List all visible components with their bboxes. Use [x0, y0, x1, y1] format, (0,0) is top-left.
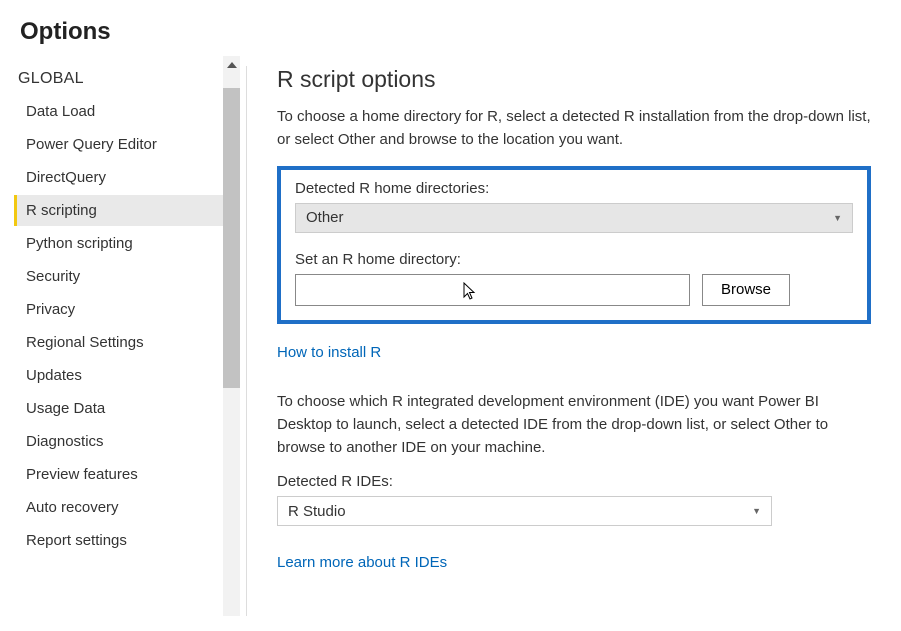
sidebar-item-security[interactable]: Security: [14, 261, 240, 292]
chevron-down-icon: ▼: [833, 213, 842, 223]
detected-home-value: Other: [306, 209, 344, 226]
sidebar-item-directquery[interactable]: DirectQuery: [14, 162, 240, 193]
learn-more-ide-link[interactable]: Learn more about R IDEs: [277, 554, 447, 571]
main-title: R script options: [277, 66, 871, 93]
sidebar-item-privacy[interactable]: Privacy: [14, 294, 240, 325]
sidebar: GLOBAL Data Load Power Query Editor Dire…: [0, 56, 240, 616]
detected-ide-value: R Studio: [288, 503, 346, 520]
ide-description: To choose which R integrated development…: [277, 390, 871, 460]
scrollbar-thumb[interactable]: [223, 88, 240, 388]
set-home-label: Set an R home directory:: [295, 251, 853, 268]
page-title: Options: [0, 0, 901, 56]
chevron-down-icon: ▼: [752, 506, 761, 516]
browse-button[interactable]: Browse: [702, 274, 790, 306]
sidebar-item-preview-features[interactable]: Preview features: [14, 459, 240, 490]
how-to-install-link[interactable]: How to install R: [277, 344, 381, 361]
sidebar-nav-list: Data Load Power Query Editor DirectQuery…: [14, 96, 240, 556]
sidebar-item-updates[interactable]: Updates: [14, 360, 240, 391]
detected-ide-dropdown[interactable]: R Studio ▼: [277, 496, 772, 526]
sidebar-item-diagnostics[interactable]: Diagnostics: [14, 426, 240, 457]
sidebar-item-python-scripting[interactable]: Python scripting: [14, 228, 240, 259]
sidebar-item-regional-settings[interactable]: Regional Settings: [14, 327, 240, 358]
sidebar-item-data-load[interactable]: Data Load: [14, 96, 240, 127]
highlighted-section: Detected R home directories: Other ▼ Set…: [277, 166, 871, 324]
sidebar-item-auto-recovery[interactable]: Auto recovery: [14, 492, 240, 523]
home-description: To choose a home directory for R, select…: [277, 105, 871, 152]
home-directory-input[interactable]: [295, 274, 690, 306]
scrollbar-track[interactable]: [223, 56, 240, 616]
detected-home-dropdown[interactable]: Other ▼: [295, 203, 853, 233]
sidebar-item-report-settings[interactable]: Report settings: [14, 525, 240, 556]
sidebar-section-global: GLOBAL: [14, 56, 240, 96]
detected-ide-label: Detected R IDEs:: [277, 473, 871, 490]
detected-home-label: Detected R home directories:: [295, 180, 853, 197]
main-panel: R script options To choose a home direct…: [247, 56, 901, 616]
scroll-up-icon[interactable]: [223, 56, 240, 73]
sidebar-item-power-query-editor[interactable]: Power Query Editor: [14, 129, 240, 160]
sidebar-item-usage-data[interactable]: Usage Data: [14, 393, 240, 424]
sidebar-item-r-scripting[interactable]: R scripting: [14, 195, 240, 226]
